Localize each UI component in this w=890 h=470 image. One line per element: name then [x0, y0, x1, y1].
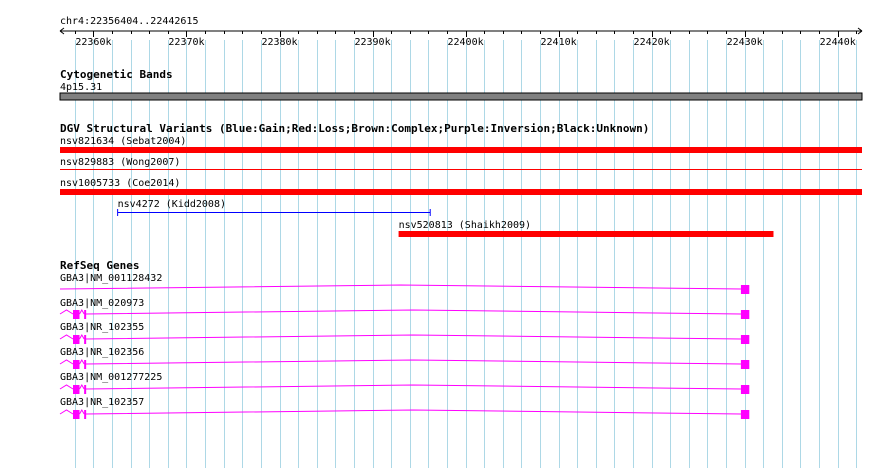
cytoband-label: 4p15.31	[60, 82, 102, 93]
refseq-exon-block[interactable]	[84, 310, 87, 319]
dgv-variant-label: nsv520813 (Shaikh2009)	[399, 220, 531, 231]
dgv-variant-label: nsv4272 (Kidd2008)	[118, 199, 226, 210]
refseq-intron-line	[85, 409, 741, 415]
ruler-tick-label: 22420k	[634, 37, 670, 48]
refseq-exon-block[interactable]	[84, 335, 87, 344]
refseq-intron-line	[79, 409, 85, 415]
grid-lines	[75, 40, 857, 468]
refseq-exon-block[interactable]	[72, 360, 80, 369]
refseq-exon-block[interactable]	[740, 360, 750, 369]
genome-browser-panel: chr4:22356404..22442615 22360k 22370k 2238…	[59, 16, 863, 468]
cytoband-track[interactable]: Cytogenetic Bands 4p15.31	[59, 68, 863, 101]
refseq-intron-line	[85, 359, 741, 365]
refseq-intron-line	[85, 384, 741, 390]
refseq-track[interactable]: RefSeq Genes GBA3|NM_001128432 GBA3|NM_02…	[59, 259, 750, 419]
refseq-exon-block[interactable]	[740, 285, 750, 294]
refseq-intron-line	[79, 359, 85, 365]
dgv-variant-label: nsv1005733 (Coe2014)	[60, 178, 180, 189]
refseq-features: GBA3|NM_001128432 GBA3|NM_020973 GBA3|NR_1…	[59, 273, 750, 419]
refseq-intron-line	[79, 309, 85, 315]
region-label: chr4:22356404..22442615	[60, 16, 198, 27]
refseq-intron-line	[79, 384, 85, 390]
refseq-intron-line	[59, 309, 74, 315]
dgv-variant-label: nsv821634 (Sebat2004)	[60, 136, 186, 147]
refseq-exon-block[interactable]	[84, 410, 87, 419]
refseq-exon-block[interactable]	[72, 310, 80, 319]
dgv-variant-bar[interactable]	[60, 189, 862, 195]
dgv-variant-label: nsv829883 (Wong2007)	[60, 157, 180, 168]
refseq-exon-block[interactable]	[72, 385, 80, 394]
dgv-track-title: DGV Structural Variants (Blue:Gain;Red:L…	[60, 122, 649, 135]
dgv-variant-bar[interactable]	[60, 147, 862, 153]
refseq-intron-line	[85, 309, 741, 315]
dgv-features: nsv821634 (Sebat2004) nsv829883 (Wong2007…	[60, 136, 862, 237]
ruler-tick-label: 22370k	[168, 37, 204, 48]
refseq-intron-line	[59, 284, 741, 290]
cytoband-track-title: Cytogenetic Bands	[60, 68, 173, 81]
ruler-tick-label: 22360k	[75, 37, 111, 48]
refseq-exon-block[interactable]	[84, 360, 87, 369]
ruler-tick-label: 22410k	[541, 37, 577, 48]
refseq-exon-block[interactable]	[740, 410, 750, 419]
refseq-exon-block[interactable]	[72, 335, 80, 344]
ruler-tick-label: 22380k	[261, 37, 297, 48]
refseq-intron-line	[59, 334, 74, 340]
ruler-tick-label: 22400k	[448, 37, 484, 48]
dgv-track[interactable]: DGV Structural Variants (Blue:Gain;Red:L…	[60, 122, 862, 237]
refseq-intron-line	[85, 334, 741, 340]
ruler-ticks: 22360k 22370k 22380k 22390k 22400k 22410k 2242…	[75, 31, 857, 48]
refseq-exon-block[interactable]	[740, 335, 750, 344]
ruler-tick-label: 22390k	[354, 37, 390, 48]
refseq-track-title: RefSeq Genes	[60, 259, 139, 272]
refseq-transcript-label: GBA3|NM_001277225	[60, 372, 162, 383]
refseq-intron-line	[59, 359, 74, 365]
cytoband-bar[interactable]	[59, 92, 863, 101]
ruler-tick-label: 22440k	[820, 37, 856, 48]
refseq-intron-line	[59, 384, 74, 390]
dgv-variant-bar[interactable]	[398, 231, 774, 237]
ruler-tick-label: 22430k	[727, 37, 763, 48]
refseq-exon-block[interactable]	[84, 385, 87, 394]
ruler-track[interactable]: chr4:22356404..22442615 22360k 22370k 2238…	[59, 16, 863, 48]
refseq-exon-block[interactable]	[740, 310, 750, 319]
refseq-transcript-label: GBA3|NM_001128432	[60, 273, 162, 284]
refseq-intron-line	[59, 409, 74, 415]
refseq-transcript-label: GBA3|NR_102356	[60, 347, 144, 358]
refseq-exon-block[interactable]	[740, 385, 750, 394]
refseq-transcript-label: GBA3|NM_020973	[60, 298, 144, 309]
refseq-transcript-label: GBA3|NR_102357	[60, 397, 144, 408]
refseq-intron-line	[79, 334, 85, 340]
refseq-exon-block[interactable]	[72, 410, 80, 419]
refseq-transcript-label: GBA3|NR_102355	[60, 322, 144, 333]
